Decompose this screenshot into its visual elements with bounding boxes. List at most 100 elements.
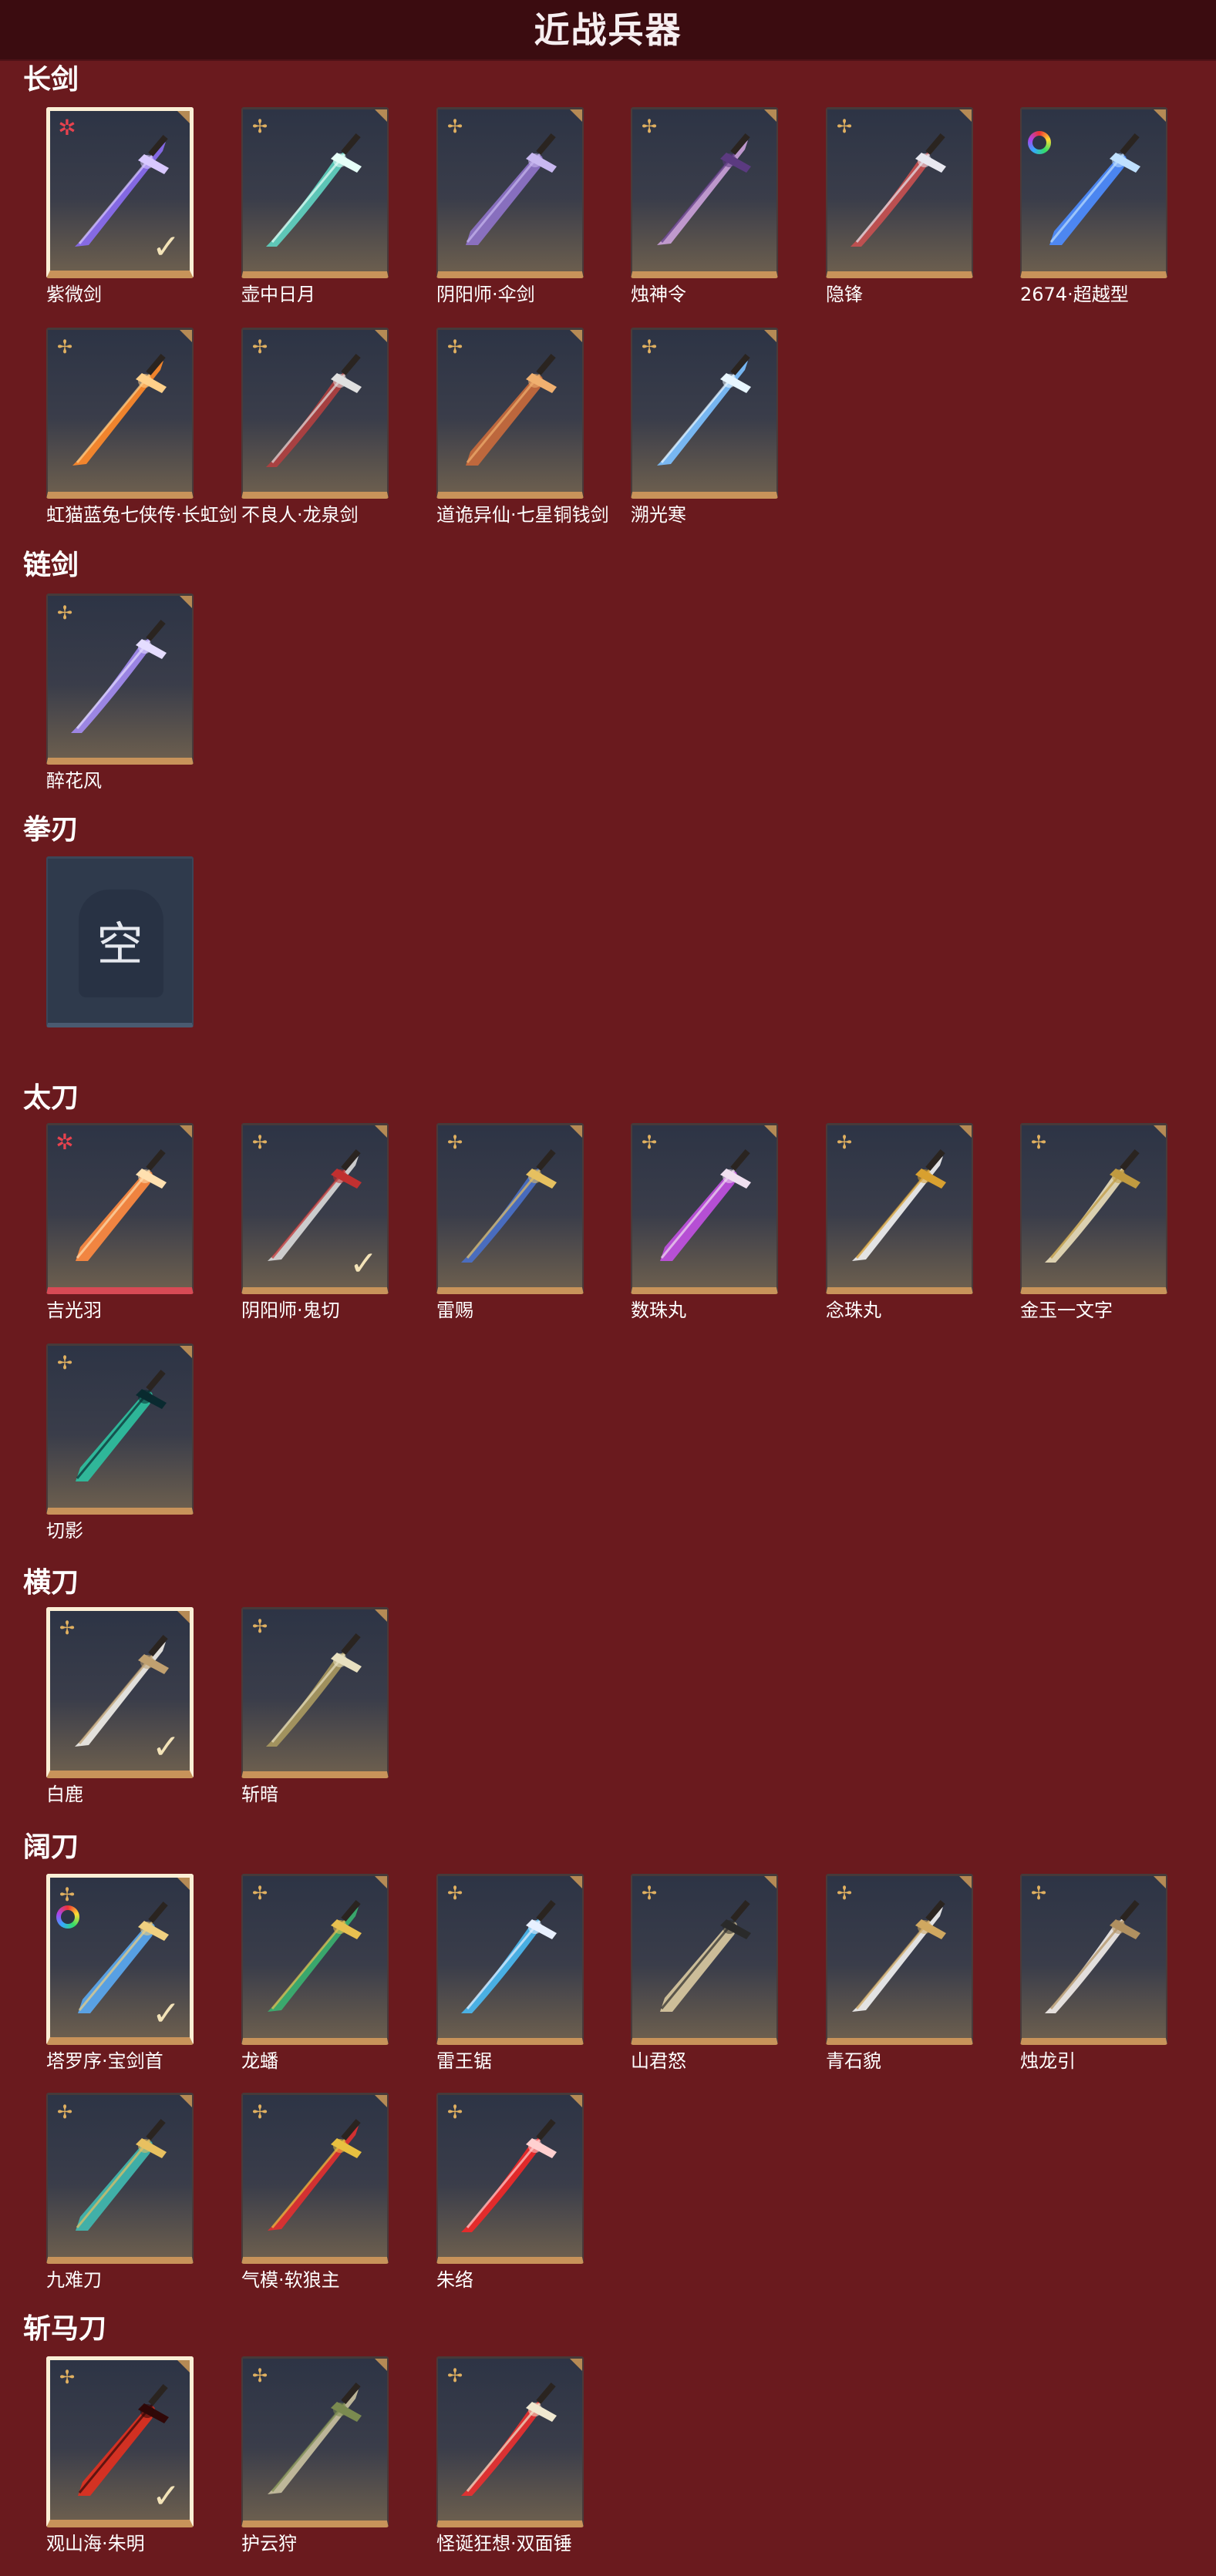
flower-badge-icon: ✢ [1030, 1132, 1047, 1153]
corner-tab-icon [375, 2359, 387, 2371]
weapon-card[interactable]: ✢ [631, 328, 778, 499]
weapon-card[interactable]: ✢ [46, 2093, 194, 2264]
weapon-card[interactable]: ✢ [241, 107, 389, 278]
corner-tab-icon [764, 1125, 776, 1138]
flower-badge-icon: ✢ [251, 1616, 268, 1637]
weapon-card[interactable]: ✲ ✓ [46, 107, 194, 278]
corner-tab-icon [375, 330, 387, 342]
weapon-name: 龙蟠 [241, 2050, 278, 2072]
weapon-art [1049, 133, 1140, 245]
flower-badge-icon: ✢ [446, 1132, 463, 1153]
category-title: 阔刀 [23, 1831, 79, 1863]
corner-tab-icon [570, 2359, 582, 2371]
star-badge-icon: ✲ [58, 115, 76, 140]
corner-tab-icon [570, 330, 582, 342]
weapon-art [466, 353, 557, 466]
star-badge-icon: ✲ [56, 1129, 74, 1155]
flower-badge-icon: ✢ [56, 2101, 73, 2123]
empty-slot[interactable]: 空 [46, 856, 194, 1027]
corner-tab-icon [959, 1125, 972, 1138]
weapon-art [76, 1369, 167, 1481]
weapon-art [1045, 1148, 1140, 1263]
weapon-art [76, 1148, 167, 1261]
category-title: 斩马刀 [23, 2313, 107, 2345]
corner-tab-icon [375, 1876, 387, 1888]
weapon-name: 隐锋 [826, 284, 863, 305]
weapon-card[interactable] [1020, 107, 1167, 278]
weapon-card[interactable]: ✢ ✓ [46, 2356, 194, 2527]
flower-badge-icon: ✢ [59, 1884, 76, 1905]
weapon-card[interactable]: ✢ [46, 328, 194, 499]
weapon-card[interactable]: ✢ [826, 1874, 973, 2045]
weapon-card[interactable]: ✢ [241, 1874, 389, 2045]
corner-tab-icon [177, 1611, 190, 1623]
weapon-art [461, 1899, 557, 2013]
weapon-card[interactable]: ✢ [46, 594, 194, 765]
corner-tab-icon [180, 1125, 192, 1138]
corner-tab-icon [1154, 1876, 1166, 1888]
weapon-card[interactable]: ✢ [1020, 1123, 1167, 1294]
page-title: 近战兵器 [0, 0, 1216, 61]
weapon-name: 金玉一文字 [1020, 1300, 1113, 1321]
weapon-name: 朱络 [436, 2269, 473, 2291]
weapon-name: 观山海·朱明 [46, 2533, 145, 2554]
rainbow-ring-icon [1028, 131, 1051, 154]
weapon-name: 切影 [46, 1520, 83, 1542]
weapon-card[interactable]: ✢ [631, 1874, 778, 2045]
weapon-card[interactable]: ✢ [436, 2356, 584, 2527]
corner-tab-icon [764, 1876, 776, 1888]
weapon-card[interactable]: ✢ [631, 107, 778, 278]
weapon-card[interactable]: ✲ [46, 1123, 194, 1294]
rainbow-ring-icon [56, 1905, 79, 1929]
corner-tab-icon [375, 109, 387, 122]
weapon-art [461, 2382, 557, 2496]
weapon-card[interactable]: ✢ [436, 328, 584, 499]
weapon-card[interactable]: ✢ [436, 1123, 584, 1294]
weapon-name: 九难刀 [46, 2269, 102, 2291]
weapon-name: 烛神令 [631, 284, 686, 305]
corner-tab-icon [375, 1609, 387, 1622]
weapon-card[interactable]: ✢ [1020, 1874, 1167, 2045]
weapon-name: 紫微剑 [46, 284, 102, 305]
flower-badge-icon: ✢ [251, 2101, 268, 2123]
weapon-card[interactable]: ✢ [241, 328, 389, 499]
corner-tab-icon [180, 330, 192, 342]
weapon-name: 气模·软狼主 [241, 2269, 340, 2291]
weapon-card[interactable]: ✢ ✓ [46, 1607, 194, 1778]
weapon-card[interactable]: ✢ [826, 107, 973, 278]
weapon-card[interactable]: ✢ [436, 107, 584, 278]
weapon-name: 阴阳师·鬼切 [241, 1300, 340, 1321]
weapon-name: 念珠丸 [826, 1300, 881, 1321]
weapon-name: 青石貌 [826, 2050, 881, 2072]
flower-badge-icon: ✢ [1030, 1882, 1047, 1904]
weapon-name: 虹猫蓝兔七侠传·长虹剑 [46, 504, 237, 526]
weapon-card[interactable]: ✢ [241, 2093, 389, 2264]
weapon-card[interactable]: ✢ [241, 1607, 389, 1778]
weapon-card[interactable]: ✢ ✓ [46, 1874, 194, 2045]
weapon-name: 塔罗序·宝剑首 [46, 2050, 163, 2072]
corner-tab-icon [177, 111, 190, 123]
flower-badge-icon: ✢ [446, 2101, 463, 2123]
weapon-card[interactable]: ✢ ✓ [241, 1123, 389, 1294]
weapon-card[interactable]: ✢ [826, 1123, 973, 1294]
weapon-card[interactable]: ✢ [436, 2093, 584, 2264]
weapon-card[interactable]: ✢ [241, 2356, 389, 2527]
category-title: 链剑 [23, 550, 79, 581]
flower-badge-icon: ✢ [641, 1882, 658, 1904]
flower-badge-icon: ✢ [446, 336, 463, 358]
weapon-name: 雷王锯 [436, 2050, 492, 2072]
weapon-art [268, 1899, 362, 2012]
flower-badge-icon: ✢ [446, 1882, 463, 1904]
corner-tab-icon [570, 2095, 582, 2107]
weapon-art [461, 1148, 557, 1263]
weapon-name: 不良人·龙泉剑 [241, 504, 359, 526]
flower-badge-icon: ✢ [59, 2366, 76, 2388]
weapon-card[interactable]: ✢ [631, 1123, 778, 1294]
category-title: 横刀 [23, 1567, 79, 1599]
weapon-art [660, 1899, 751, 2012]
check-icon: ✓ [152, 2477, 180, 2516]
weapon-card[interactable]: ✢ [46, 1343, 194, 1515]
weapon-card[interactable]: ✢ [436, 1874, 584, 2045]
weapon-art [461, 2118, 557, 2232]
check-icon: ✓ [152, 1994, 180, 2033]
